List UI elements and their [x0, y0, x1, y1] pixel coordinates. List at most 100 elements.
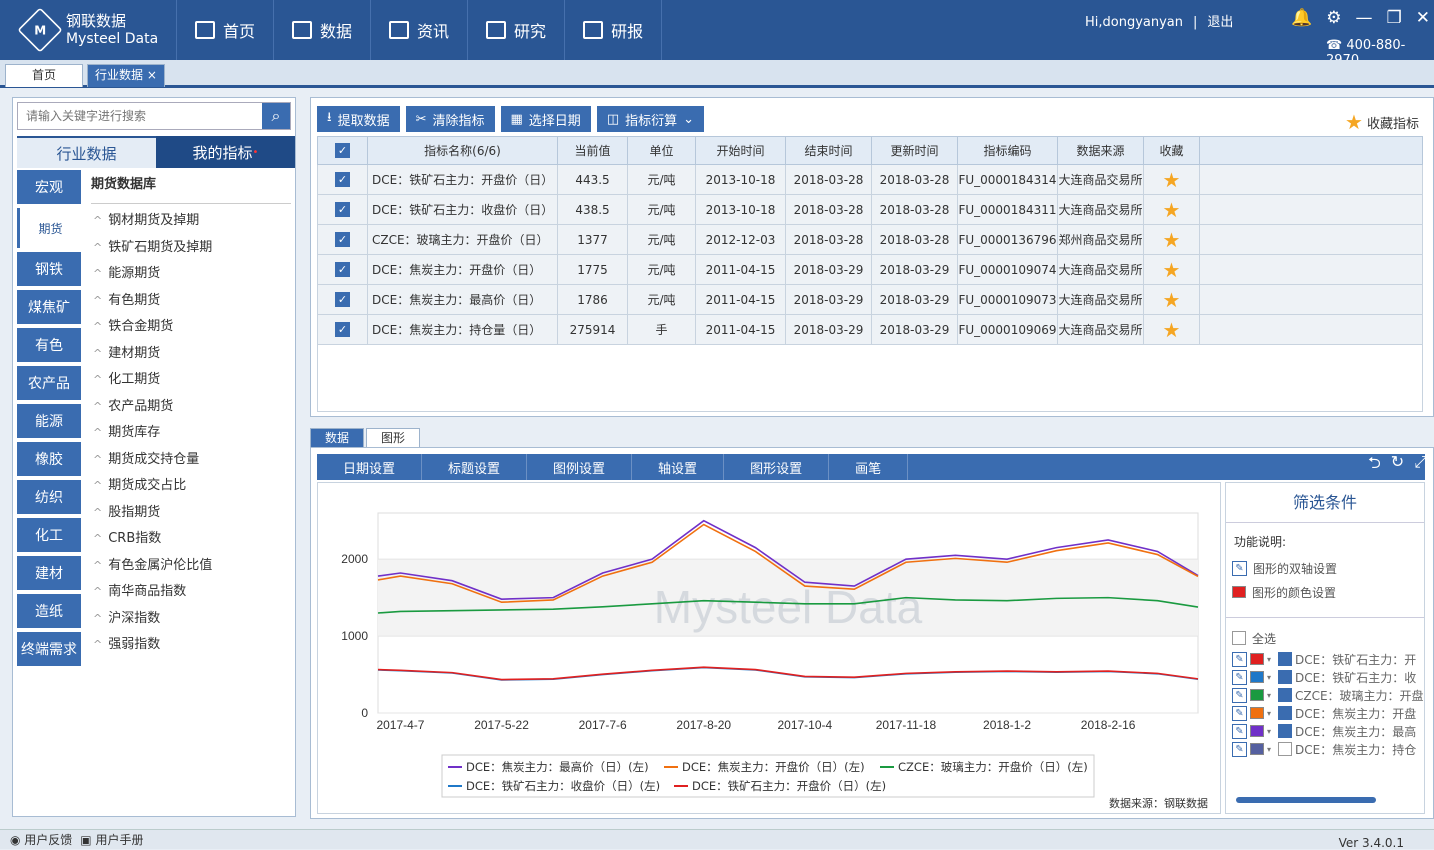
table-row[interactable]: ✓ DCE：铁矿石主力：收盘价（日） 438.5 元/吨 2013-10-18 2018-…	[317, 194, 1423, 225]
chart-tool-3[interactable]: 轴设置	[632, 454, 725, 480]
category-2[interactable]: 钢铁	[17, 252, 81, 286]
category-10[interactable]: 建材	[17, 556, 81, 590]
minimize-icon[interactable]: —	[1356, 8, 1373, 28]
chevron-down-icon[interactable]: ▾	[1267, 709, 1275, 718]
tree-item[interactable]: 能源期货	[91, 261, 291, 288]
chart-tool-1[interactable]: 标题设置	[422, 454, 528, 480]
pen-icon[interactable]: ✎	[1232, 687, 1247, 703]
row-checkbox-cell[interactable]: ✓	[317, 194, 368, 225]
category-4[interactable]: 有色	[17, 328, 81, 362]
favorite-indicator-button[interactable]: ★ 收藏指标	[1345, 110, 1419, 134]
series-row[interactable]: ✎ ▾ DCE：焦炭主力：最高	[1226, 722, 1424, 740]
column-header[interactable]: 指标编码	[957, 136, 1058, 165]
export-icon[interactable]: ⮌	[1368, 452, 1381, 479]
tree-item[interactable]: 化工期货	[91, 367, 291, 394]
chart-tool-5[interactable]: 画笔	[829, 454, 909, 480]
row-checkbox-cell[interactable]: ✓	[317, 224, 368, 255]
derive-indicator-button[interactable]: ◫ 指标衍算 ⌄	[596, 106, 705, 132]
brand-logo[interactable]: M 钢联数据 Mysteel Data	[0, 0, 176, 60]
table-row[interactable]: ✓ DCE：铁矿石主力：开盘价（日） 443.5 元/吨 2013-10-18 2018-…	[317, 164, 1423, 195]
category-6[interactable]: 能源	[17, 404, 81, 438]
star-icon[interactable]: ★	[1163, 318, 1181, 342]
category-9[interactable]: 化工	[17, 518, 81, 552]
tree-item[interactable]: 期货成交持仓量	[91, 447, 291, 474]
tab-home[interactable]: 首页	[5, 64, 83, 87]
nav-data[interactable]: 数据	[273, 0, 370, 60]
checkbox[interactable]: ✓	[335, 322, 350, 337]
column-header[interactable]: 当前值	[557, 136, 628, 165]
favorite-cell[interactable]: ★	[1143, 164, 1200, 195]
nav-report[interactable]: 研报	[564, 0, 663, 60]
tree-item[interactable]: 农产品期货	[91, 394, 291, 421]
table-row[interactable]: ✓ DCE：焦炭主力：最高价（日） 1786 元/吨 2011-04-15 2018-03…	[317, 284, 1423, 315]
color-swatch[interactable]	[1250, 707, 1264, 719]
checkbox[interactable]: ✓	[335, 292, 350, 307]
checkbox[interactable]: ✓	[335, 232, 350, 247]
chevron-down-icon[interactable]: ▾	[1267, 673, 1275, 682]
column-header[interactable]: 指标名称(6/6)	[367, 136, 558, 165]
bell-icon[interactable]: 🔔	[1291, 8, 1312, 28]
checkbox[interactable]: ✓	[335, 202, 350, 217]
favorite-cell[interactable]: ★	[1143, 284, 1200, 315]
series-row[interactable]: ✎ ▾ DCE：焦炭主力：开盘	[1226, 704, 1424, 722]
select-all-row[interactable]: 全选	[1226, 626, 1424, 650]
column-header[interactable]: 结束时间	[785, 136, 872, 165]
pen-icon[interactable]: ✎	[1232, 669, 1247, 685]
tab-industry[interactable]: 行业数据	[17, 136, 156, 168]
chart-tool-2[interactable]: 图例设置	[527, 454, 633, 480]
color-swatch[interactable]	[1250, 671, 1264, 683]
star-icon[interactable]: ★	[1163, 198, 1181, 222]
category-5[interactable]: 农产品	[17, 366, 81, 400]
column-header[interactable]: 数据来源	[1057, 136, 1144, 165]
favorite-cell[interactable]: ★	[1143, 194, 1200, 225]
chart-tool-0[interactable]: 日期设置	[317, 454, 423, 480]
series-checkbox[interactable]	[1278, 688, 1292, 702]
tree-item[interactable]: 股指期货	[91, 500, 291, 527]
table-row[interactable]: ✓ DCE：焦炭主力：持仓量（日） 275914 手 2011-04-15 2018-03…	[317, 314, 1423, 345]
logout-link[interactable]: 退出	[1207, 15, 1233, 30]
star-icon[interactable]: ★	[1163, 168, 1181, 192]
nav-home[interactable]: 首页	[176, 0, 273, 60]
nav-research[interactable]: 研究	[467, 0, 564, 60]
tree-item[interactable]: 建材期货	[91, 341, 291, 368]
series-row[interactable]: ✎ ▾ CZCE：玻璃主力：开盘	[1226, 686, 1424, 704]
fetch-data-button[interactable]: ⭳ 提取数据	[317, 106, 400, 132]
tab-chart[interactable]: 图形	[366, 428, 421, 448]
maximize-icon[interactable]: ❐	[1387, 8, 1402, 28]
tab-my-indicators[interactable]: 我的指标 •	[156, 136, 295, 168]
tree-item[interactable]: CRB指数	[91, 526, 291, 553]
tree-item[interactable]: 铁矿石期货及掉期	[91, 235, 291, 262]
series-checkbox[interactable]	[1278, 706, 1292, 720]
star-icon[interactable]: ★	[1163, 228, 1181, 252]
series-row[interactable]: ✎ ▾ DCE：焦炭主力：持仓	[1226, 740, 1424, 758]
pen-icon[interactable]: ✎	[1232, 705, 1247, 721]
refresh-icon[interactable]: ↻	[1391, 452, 1404, 479]
column-header[interactable]: 更新时间	[871, 136, 958, 165]
category-0[interactable]: 宏观	[17, 170, 81, 204]
column-header[interactable]: 单位	[627, 136, 696, 165]
feedback-link[interactable]: ◉ 用户反馈	[10, 831, 72, 848]
pen-icon[interactable]: ✎	[1232, 651, 1247, 667]
tab-data[interactable]: 数据	[310, 428, 365, 448]
favorite-cell[interactable]: ★	[1143, 224, 1200, 255]
category-3[interactable]: 煤焦矿	[17, 290, 81, 324]
column-header[interactable]: 开始时间	[695, 136, 786, 165]
tree-item[interactable]: 南华商品指数	[91, 579, 291, 606]
chevron-down-icon[interactable]: ▾	[1267, 727, 1275, 736]
tab-industry-data[interactable]: 行业数据 ×	[87, 64, 165, 87]
tree-item[interactable]: 钢材期货及掉期	[91, 208, 291, 235]
row-checkbox-cell[interactable]: ✓	[317, 254, 368, 285]
series-checkbox[interactable]	[1278, 670, 1292, 684]
tab-close-icon[interactable]: ×	[147, 68, 157, 82]
series-checkbox[interactable]	[1278, 724, 1292, 738]
series-row[interactable]: ✎ ▾ DCE：铁矿石主力：开	[1226, 650, 1424, 668]
search-button[interactable]: ⌕	[262, 103, 290, 129]
horizontal-scrollbar[interactable]	[1236, 797, 1376, 803]
favorite-cell[interactable]: ★	[1143, 314, 1200, 345]
category-1[interactable]: 期货	[17, 208, 81, 248]
color-swatch[interactable]	[1250, 689, 1264, 701]
checkbox[interactable]: ✓	[335, 172, 350, 187]
star-icon[interactable]: ★	[1163, 258, 1181, 282]
select-date-button[interactable]: ▦ 选择日期	[500, 106, 591, 132]
chevron-down-icon[interactable]: ▾	[1267, 745, 1275, 754]
